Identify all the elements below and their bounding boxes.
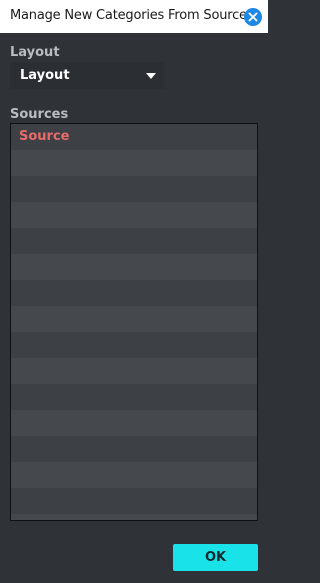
- sources-label: Sources: [10, 107, 69, 122]
- list-item[interactable]: Source: [11, 124, 257, 150]
- list-item[interactable]: [11, 332, 257, 358]
- close-icon: [248, 12, 258, 22]
- list-item[interactable]: [11, 306, 257, 332]
- list-item[interactable]: [11, 358, 257, 384]
- chevron-down-icon: [146, 73, 156, 79]
- layout-dropdown-value: Layout: [20, 68, 70, 83]
- list-item[interactable]: [11, 436, 257, 462]
- list-item[interactable]: [11, 254, 257, 280]
- window-title: Manage New Categories From Sources: [10, 8, 254, 23]
- list-item[interactable]: [11, 514, 257, 520]
- list-item[interactable]: [11, 488, 257, 514]
- layout-label: Layout: [10, 45, 60, 60]
- title-bar: Manage New Categories From Sources: [0, 0, 268, 33]
- sources-list[interactable]: Source: [10, 123, 258, 521]
- list-item[interactable]: [11, 202, 257, 228]
- list-item[interactable]: [11, 410, 257, 436]
- list-item[interactable]: [11, 280, 257, 306]
- ok-button[interactable]: OK: [173, 544, 258, 571]
- list-item[interactable]: [11, 150, 257, 176]
- list-item[interactable]: [11, 176, 257, 202]
- manage-categories-dialog: Manage New Categories From Sources Layou…: [0, 0, 268, 583]
- list-item-label: Source: [19, 129, 70, 144]
- list-item[interactable]: [11, 228, 257, 254]
- close-button[interactable]: [244, 8, 262, 26]
- list-item[interactable]: [11, 384, 257, 410]
- layout-dropdown[interactable]: Layout: [10, 62, 165, 89]
- list-item[interactable]: [11, 462, 257, 488]
